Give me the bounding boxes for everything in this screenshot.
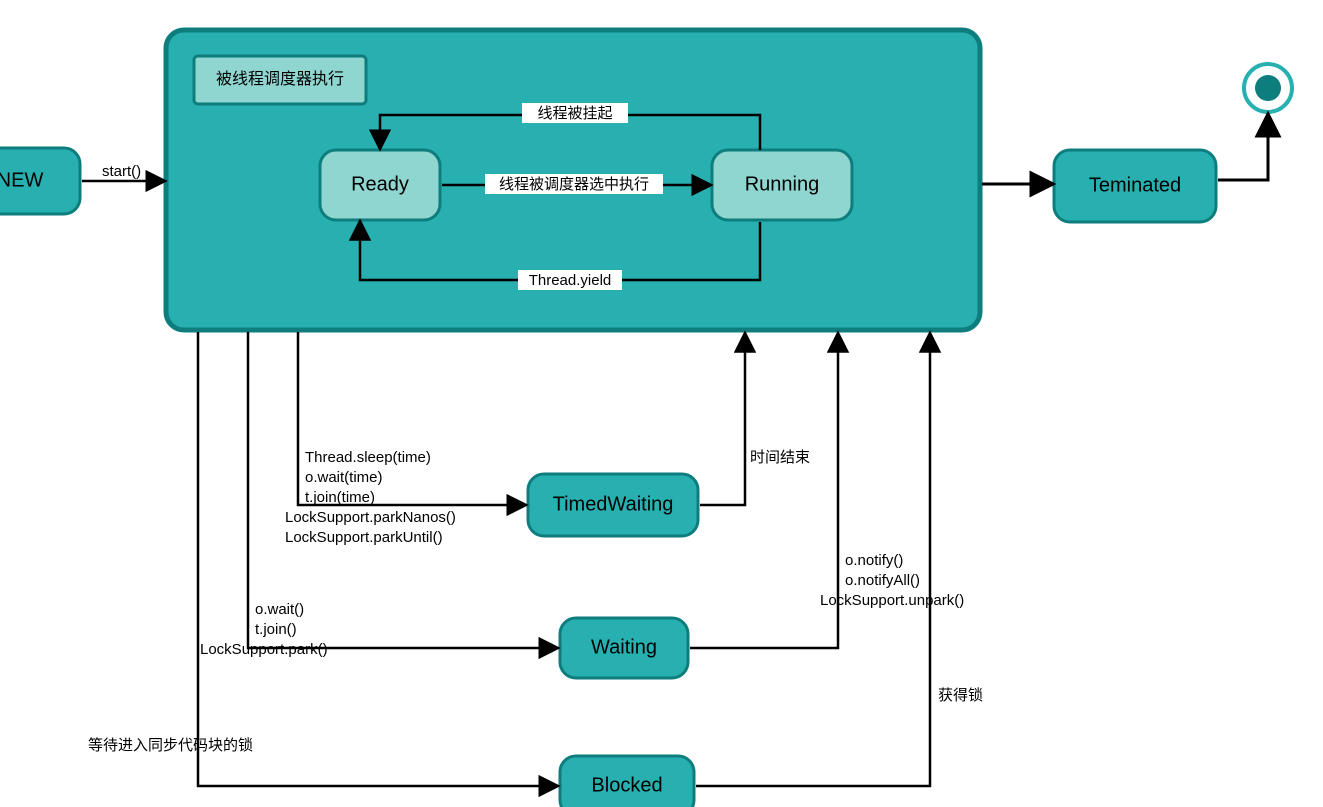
edge-timeend-label: 时间结束 xyxy=(750,449,810,466)
edge-to-waiting-l0: o.wait() xyxy=(255,601,304,618)
edge-yield-label: Thread.yield xyxy=(529,272,612,289)
state-new-label: NEW xyxy=(0,169,43,191)
group-title: 被线程调度器执行 xyxy=(216,70,344,88)
edge-start-label: start() xyxy=(102,163,141,180)
edge-from-waiting xyxy=(690,334,838,648)
edge-end xyxy=(1218,115,1268,180)
edge-to-blocked-label: 等待进入同步代码块的锁 xyxy=(88,736,253,754)
edge-to-timedwaiting-l3: LockSupport.parkNanos() xyxy=(285,509,456,526)
state-waiting-label: Waiting xyxy=(591,636,657,658)
edge-timeend xyxy=(700,334,745,505)
edge-from-blocked-label: 获得锁 xyxy=(938,687,983,704)
edge-to-timedwaiting-l0: Thread.sleep(time) xyxy=(305,449,431,466)
edge-to-timedwaiting-l2: t.join(time) xyxy=(305,489,375,506)
state-ready-label: Ready xyxy=(351,173,409,195)
edge-to-waiting-l2: LockSupport.park() xyxy=(200,641,328,658)
edge-to-timedwaiting-l4: LockSupport.parkUntil() xyxy=(285,529,443,546)
edge-suspended-label: 线程被挂起 xyxy=(537,105,612,122)
edge-from-waiting-l2: LockSupport.unpark() xyxy=(820,592,964,609)
edge-from-waiting-l0: o.notify() xyxy=(845,552,903,569)
state-running-label: Running xyxy=(745,173,820,195)
edge-to-timedwaiting-l1: o.wait(time) xyxy=(305,469,383,486)
end-node-inner xyxy=(1255,75,1281,101)
edge-to-blocked xyxy=(198,332,557,786)
state-terminated-label: Teminated xyxy=(1089,174,1181,196)
state-timedwaiting-label: TimedWaiting xyxy=(553,493,674,515)
edge-from-waiting-l1: o.notifyAll() xyxy=(845,572,920,589)
edge-selected-label: 线程被调度器选中执行 xyxy=(499,176,649,193)
state-blocked-label: Blocked xyxy=(591,774,662,796)
edge-to-waiting-l1: t.join() xyxy=(255,621,297,638)
